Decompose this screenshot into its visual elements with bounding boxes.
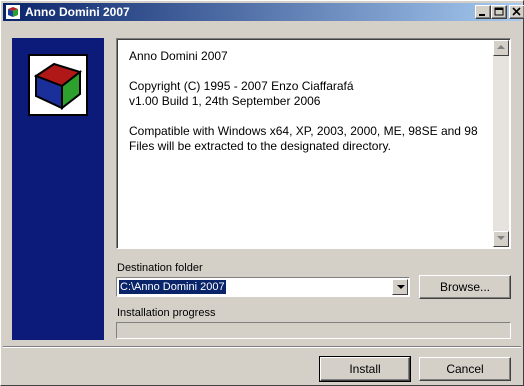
info-line-product: Anno Domini 2007	[129, 49, 228, 63]
scroll-up-button[interactable]	[493, 40, 509, 56]
window-title: Anno Domini 2007	[25, 5, 130, 19]
app-icon	[6, 5, 20, 19]
arrow-up-icon	[497, 45, 505, 49]
info-scrollbar[interactable]	[493, 40, 509, 247]
scroll-down-button[interactable]	[493, 231, 509, 247]
maximize-button[interactable]	[491, 5, 507, 19]
installer-window: Anno Domini 2007 Anno Domini 2007 Copyri…	[0, 0, 524, 386]
installation-progress-bar	[116, 322, 511, 339]
product-logo	[28, 54, 88, 116]
progress-label: Installation progress	[117, 307, 216, 319]
destination-combobox[interactable]: C:\Anno Domini 2007	[116, 277, 410, 297]
info-line-extract: Files will be extracted to the designate…	[129, 139, 391, 153]
close-icon	[512, 7, 521, 16]
destination-dropdown-button[interactable]	[392, 279, 408, 295]
minimize-icon	[479, 14, 485, 16]
cancel-button[interactable]: Cancel	[419, 357, 511, 381]
separator-highlight	[3, 347, 521, 348]
chevron-down-icon	[397, 285, 405, 289]
side-banner	[12, 38, 104, 340]
cube-icon	[33, 62, 83, 111]
info-line-version: v1.00 Build 1, 24th September 2006	[129, 94, 321, 108]
info-line-copyright: Copyright (C) 1995 - 2007 Enzo Ciaffaraf…	[129, 79, 354, 93]
info-text-box: Anno Domini 2007 Copyright (C) 1995 - 20…	[116, 38, 511, 249]
info-text: Anno Domini 2007 Copyright (C) 1995 - 20…	[129, 49, 491, 154]
arrow-down-icon	[497, 236, 505, 240]
browse-button[interactable]: Browse...	[419, 275, 511, 299]
destination-value[interactable]: C:\Anno Domini 2007	[119, 280, 226, 294]
info-line-compatibility: Compatible with Windows x64, XP, 2003, 2…	[129, 124, 478, 138]
maximize-icon	[494, 7, 504, 16]
destination-label: Destination folder	[117, 262, 203, 274]
title-bar[interactable]: Anno Domini 2007	[3, 3, 524, 21]
install-button[interactable]: Install	[319, 356, 411, 382]
close-button[interactable]	[509, 5, 524, 19]
minimize-button[interactable]	[475, 5, 491, 19]
